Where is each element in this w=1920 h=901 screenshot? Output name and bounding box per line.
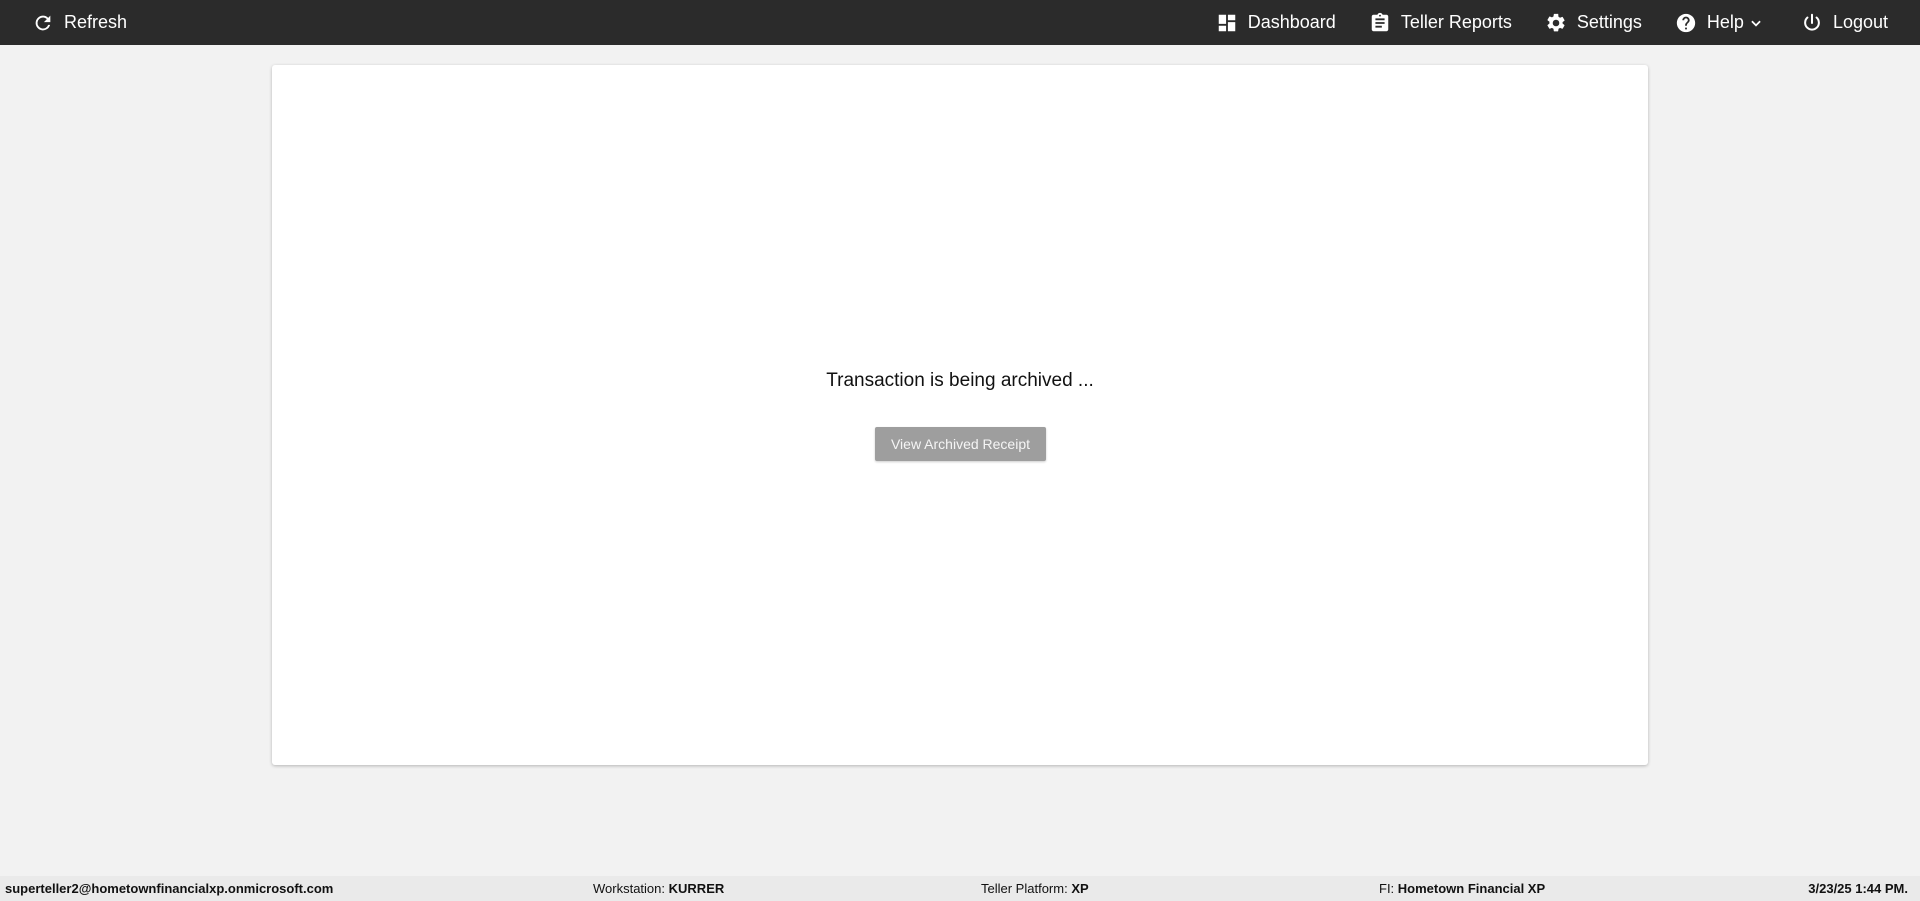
view-archived-receipt-button[interactable]: View Archived Receipt [875, 427, 1046, 461]
refresh-label: Refresh [64, 12, 128, 32]
platform-label: Teller Platform: [981, 881, 1068, 896]
fi-label: FI: [1379, 881, 1395, 896]
nav-help-label: Help [1706, 12, 1744, 32]
nav-teller-reports[interactable]: Teller Reports [1369, 0, 1512, 45]
nav-teller-reports-label: Teller Reports [1400, 12, 1512, 32]
platform-value: XP [1071, 881, 1089, 896]
footer-teller-platform: Teller Platform: XP [981, 876, 1089, 901]
archive-status-message: Transaction is being archived ... [826, 370, 1094, 391]
footer-user: superteller2@hometownfinancialxp.onmicro… [5, 881, 334, 896]
power-icon [1801, 12, 1823, 34]
refresh-button[interactable]: Refresh [0, 0, 127, 45]
nav-help[interactable]: Help [1675, 0, 1763, 45]
help-circle-icon [1675, 12, 1697, 34]
navbar-left: Refresh [0, 0, 127, 45]
navbar-right: Dashboard Teller Reports Settings Help L… [1216, 0, 1920, 45]
footer-datetime: 3/23/25 1:44 PM. [1808, 881, 1908, 896]
chevron-down-icon [1749, 16, 1763, 30]
nav-settings-label: Settings [1576, 12, 1642, 32]
nav-settings[interactable]: Settings [1545, 0, 1642, 45]
nav-logout[interactable]: Logout [1801, 0, 1888, 45]
nav-logout-label: Logout [1832, 12, 1888, 32]
workstation-value: KURRER [668, 881, 725, 896]
fi-value: Hometown Financial XP [1397, 881, 1546, 896]
refresh-icon [32, 12, 54, 34]
nav-dashboard[interactable]: Dashboard [1216, 0, 1336, 45]
footer-fi: FI: Hometown Financial XP [1379, 876, 1545, 901]
status-footer: superteller2@hometownfinancialxp.onmicro… [0, 876, 1920, 901]
top-navbar: Refresh Dashboard Teller Reports Setting… [0, 0, 1920, 45]
workstation-label: Workstation: [593, 881, 666, 896]
clipboard-icon [1369, 12, 1391, 34]
dashboard-icon [1216, 12, 1238, 34]
footer-workstation: Workstation: KURRER [593, 876, 724, 901]
main-card: Transaction is being archived ... View A… [272, 65, 1648, 765]
nav-dashboard-label: Dashboard [1247, 12, 1336, 32]
gear-icon [1545, 12, 1567, 34]
